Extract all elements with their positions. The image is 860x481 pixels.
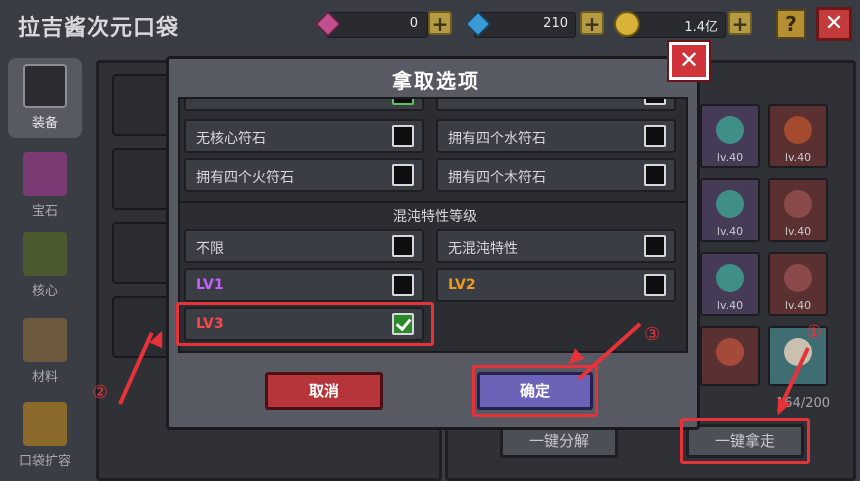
- inventory-item[interactable]: lv.40: [700, 252, 760, 316]
- diamond-count: 210: [543, 16, 568, 31]
- step-2-marker: ②: [92, 382, 109, 403]
- option-chaos-unlimited[interactable]: 不限: [184, 229, 424, 263]
- armor-icon: [23, 64, 67, 108]
- cancel-button[interactable]: 取消: [265, 372, 383, 410]
- checkbox[interactable]: [644, 274, 666, 296]
- help-button[interactable]: ?: [776, 9, 806, 39]
- sidebar-item-equipment[interactable]: 装备: [8, 58, 82, 138]
- option-label: 拥有四个水符石: [448, 131, 546, 147]
- materials-icon: [23, 318, 67, 362]
- gem-count: 0: [409, 16, 418, 31]
- highlight-confirm-button: [472, 365, 598, 417]
- option-chaos-none[interactable]: 无混沌特性: [436, 229, 676, 263]
- close-window-button[interactable]: ✕: [816, 7, 852, 41]
- sidebar-item-label: 核心: [31, 284, 58, 299]
- option-no-core-rune[interactable]: 无核心符石: [184, 119, 424, 153]
- add-coin-button[interactable]: +: [728, 11, 752, 35]
- step-1-marker: ①: [806, 322, 823, 343]
- treasure-chest-icon: [23, 402, 67, 446]
- add-diamond-button[interactable]: +: [580, 11, 604, 35]
- inventory-item[interactable]: lv.40: [768, 252, 828, 316]
- equipment-slot[interactable]: [112, 74, 174, 136]
- coin-count: 1.4亿: [684, 20, 718, 35]
- inventory-item[interactable]: lv.40: [768, 178, 828, 242]
- gem-icon: [23, 152, 67, 196]
- equipment-slot[interactable]: [112, 222, 174, 284]
- sidebar-item-materials[interactable]: 材料: [8, 312, 82, 392]
- option-row-hidden: [436, 99, 676, 111]
- gold-coin-icon: [614, 11, 640, 37]
- option-label: 无混沌特性: [448, 241, 518, 257]
- sidebar-item-label: 口袋扩容: [18, 454, 71, 469]
- inventory-item[interactable]: [700, 326, 760, 386]
- option-four-water-runes[interactable]: 拥有四个水符石: [436, 119, 676, 153]
- core-icon: [23, 232, 67, 276]
- step-3-marker: ③: [644, 324, 661, 345]
- option-four-wood-runes[interactable]: 拥有四个木符石: [436, 158, 676, 192]
- chaos-level-section-title: 混沌特性等级: [393, 209, 477, 225]
- inventory-item[interactable]: lv.40: [768, 104, 828, 168]
- sidebar-item-expand-pocket[interactable]: 口袋扩容: [8, 396, 82, 476]
- option-label: LV1: [196, 277, 224, 293]
- option-four-fire-runes[interactable]: 拥有四个火符石: [184, 158, 424, 192]
- equipment-slot[interactable]: [112, 148, 174, 210]
- sidebar-item-core[interactable]: 核心: [8, 226, 82, 306]
- option-label: 拥有四个火符石: [196, 170, 294, 186]
- inventory-item[interactable]: lv.40: [700, 178, 760, 242]
- sidebar-item-gems[interactable]: 宝石: [8, 146, 82, 226]
- sidebar-item-label: 宝石: [31, 204, 58, 219]
- dialog-title: 拿取选项: [392, 69, 480, 93]
- highlight-lv3-option: [176, 302, 434, 346]
- inventory-item[interactable]: lv.40: [700, 104, 760, 168]
- option-label: 不限: [196, 241, 224, 257]
- checkbox[interactable]: [644, 125, 666, 147]
- option-chaos-lv1[interactable]: LV1: [184, 268, 424, 302]
- checkbox[interactable]: [644, 164, 666, 186]
- option-chaos-lv2[interactable]: LV2: [436, 268, 676, 302]
- option-label: 无核心符石: [196, 131, 266, 147]
- dialog-close-button[interactable]: ✕: [667, 40, 711, 82]
- sidebar-item-label: 材料: [31, 370, 58, 385]
- checkbox[interactable]: [392, 274, 414, 296]
- sidebar-item-label: 装备: [31, 116, 58, 131]
- option-row-hidden: [184, 99, 424, 111]
- add-gem-button[interactable]: +: [428, 11, 452, 35]
- option-label: 拥有四个木符石: [448, 170, 546, 186]
- checkbox[interactable]: [392, 164, 414, 186]
- checkbox[interactable]: [392, 235, 414, 257]
- app-title: 拉吉酱次元口袋: [18, 16, 180, 41]
- highlight-take-all-button: [680, 418, 810, 464]
- option-label: LV2: [448, 277, 476, 293]
- checkbox[interactable]: [392, 125, 414, 147]
- checkbox[interactable]: [644, 235, 666, 257]
- divider: [180, 201, 686, 203]
